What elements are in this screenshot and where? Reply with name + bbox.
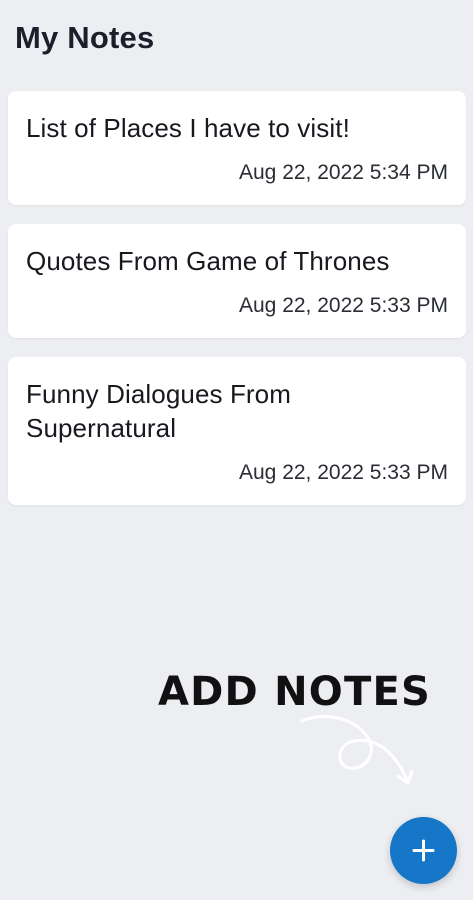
note-title: List of Places I have to visit!	[26, 113, 350, 143]
note-card-dialogues[interactable]: Funny Dialogues From Supernatural Aug 22…	[8, 357, 466, 505]
page-title: My Notes	[15, 20, 155, 55]
note-timestamp: Aug 22, 2022 5:33 PM	[239, 461, 448, 484]
note-timestamp: Aug 22, 2022 5:33 PM	[239, 294, 448, 317]
add-notes-callout-label: ADD NOTES	[158, 669, 431, 715]
plus-icon	[412, 839, 435, 862]
note-timestamp: Aug 22, 2022 5:34 PM	[239, 161, 448, 184]
notes-list: List of Places I have to visit! Aug 22, …	[8, 91, 466, 524]
add-note-button[interactable]	[390, 817, 457, 884]
curved-arrow-icon	[300, 715, 414, 785]
note-title: Quotes From Game of Thrones	[26, 246, 390, 276]
notes-screen: My Notes List of Places I have to visit!…	[0, 0, 473, 900]
note-card-places[interactable]: List of Places I have to visit! Aug 22, …	[8, 91, 466, 205]
note-card-quotes[interactable]: Quotes From Game of Thrones Aug 22, 2022…	[8, 224, 466, 338]
note-title: Funny Dialogues From Supernatural	[26, 379, 291, 443]
